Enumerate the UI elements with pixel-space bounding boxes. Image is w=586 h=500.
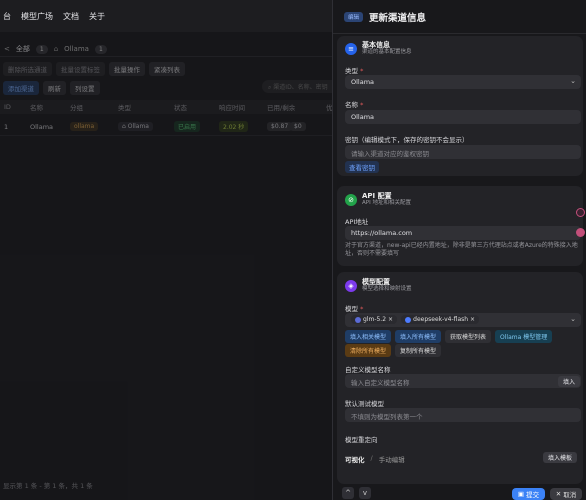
model-redirect-label: 模型重定向 (345, 436, 378, 444)
model-tag-label: deepseek-v4-flash (413, 316, 469, 323)
api-config-header: ⊘ API 配置 API 地址和相关配置 (345, 192, 411, 207)
required-mark: * (360, 101, 364, 109)
submit-label: 提交 (526, 491, 540, 499)
clear-all-models-button[interactable]: 清除所有模型 (345, 344, 392, 357)
required-mark: * (360, 305, 364, 313)
submit-button[interactable]: ▣ 提交 (512, 488, 545, 500)
close-icon[interactable]: × (470, 316, 475, 323)
api-address-input[interactable]: https://ollama.com (345, 226, 581, 240)
save-icon: ▣ (517, 490, 525, 498)
ollama-model-manage-button[interactable]: Ollama 模型管理 (495, 330, 553, 343)
model-tag[interactable]: glm-5.2 × (351, 315, 398, 324)
visual-mode-tab[interactable]: 可视化 (345, 454, 365, 464)
default-test-model-input[interactable]: 不填则为模型列表第一个 (345, 408, 581, 422)
name-label-text: 名称 (345, 101, 358, 109)
name-input[interactable]: Ollama (345, 110, 581, 124)
type-label-text: 类型 (345, 67, 358, 75)
required-mark: * (360, 67, 364, 75)
api-config-subtitle: API 地址和相关配置 (362, 200, 411, 206)
floating-ai-icon[interactable] (576, 208, 585, 217)
basic-info-title: 基本信息 (362, 41, 390, 49)
model-tag-label: glm-5.2 (363, 316, 387, 323)
chevron-down-icon: ⌄ (570, 315, 576, 323)
basic-info-icon: ≡ (345, 42, 357, 55)
model-config-icon: ◈ (345, 279, 357, 292)
edit-badge: 编辑 (344, 11, 364, 22)
custom-model-fill-button[interactable]: 填入 (558, 376, 581, 387)
fill-related-models-button[interactable]: 填入相关模型 (345, 330, 392, 343)
model-actions-row-1: 填入相关模型 填入所有模型 获取模型列表 Ollama 模型管理 (345, 330, 553, 343)
close-icon: ✕ (555, 490, 562, 498)
chevron-down-icon: ⌄ (570, 77, 576, 85)
model-config-subtitle: 模型选择和映射设置 (362, 286, 412, 292)
floating-assistant-icon[interactable] (576, 228, 585, 237)
api-config-card: ⊘ API 配置 API 地址和相关配置 API地址 https://ollam… (337, 186, 583, 266)
type-label: 类型 * (345, 65, 363, 75)
cancel-label: 取消 (563, 491, 577, 499)
models-label-text: 模型 (345, 305, 358, 313)
copy-all-models-button[interactable]: 复制所有模型 (395, 344, 442, 357)
deepseek-logo-icon (405, 316, 412, 323)
mode-separator: / (370, 454, 373, 462)
top-nav: 台 模型广场 文档 关于 (0, 0, 340, 32)
type-select[interactable]: Ollama ⌄ (345, 75, 581, 89)
view-key-button[interactable]: 查看密钥 (345, 161, 379, 173)
model-config-title: 模型配置 (362, 278, 390, 286)
custom-model-label: 自定义模型名称 (345, 366, 391, 374)
fill-all-models-button[interactable]: 填入所有模型 (395, 330, 442, 343)
modal-overlay[interactable] (0, 32, 332, 500)
model-config-header: ◈ 模型配置 模型选择和映射设置 (345, 278, 412, 293)
type-select-value: Ollama (351, 78, 375, 86)
glm-logo-icon (355, 316, 361, 323)
name-label: 名称 * (345, 99, 363, 109)
close-icon[interactable]: × (388, 316, 393, 323)
model-config-card: ◈ 模型配置 模型选择和映射设置 模型 * glm-5.2 × deepseek… (337, 272, 583, 484)
basic-info-card: ≡ 基本信息 渠道的基本配置信息 类型 * Ollama ⌄ 名称 * Olla… (337, 36, 583, 176)
cancel-button[interactable]: ✕ 取消 (550, 488, 582, 500)
default-test-model-label: 默认测试模型 (345, 400, 384, 408)
edit-channel-panel: 编辑 更新渠道信息 ≡ 基本信息 渠道的基本配置信息 类型 * Ollama ⌄… (332, 0, 586, 500)
fetch-models-button[interactable]: 获取模型列表 (445, 330, 492, 343)
nav-item-console[interactable]: 台 (3, 11, 11, 22)
model-tag[interactable]: deepseek-v4-flash × (401, 315, 480, 324)
custom-model-placeholder: 输入自定义模型名称 (351, 379, 410, 387)
scroll-down-button[interactable]: v (359, 487, 371, 499)
manual-edit-tab[interactable]: 手动编辑 (379, 454, 405, 464)
fill-template-button[interactable]: 填入模板 (543, 452, 578, 463)
api-config-title: API 配置 (362, 192, 392, 200)
basic-info-subtitle: 渠道的基本配置信息 (362, 49, 412, 55)
nav-item-model-square[interactable]: 模型广场 (21, 11, 53, 22)
custom-model-input[interactable]: 输入自定义模型名称 (345, 374, 581, 388)
api-address-label: API地址 (345, 218, 369, 226)
key-label: 密钥（编辑模式下，保存的密钥不会显示） (345, 136, 469, 144)
models-select[interactable]: glm-5.2 × deepseek-v4-flash × ⌄ (345, 313, 581, 327)
scroll-up-button[interactable]: ^ (342, 487, 354, 499)
panel-header: 编辑 更新渠道信息 (333, 0, 586, 34)
basic-info-header: ≡ 基本信息 渠道的基本配置信息 (345, 41, 412, 56)
chevron-up-icon: ^ (345, 489, 351, 497)
chevron-down-icon: v (362, 489, 368, 497)
api-config-icon: ⊘ (345, 193, 357, 206)
model-actions-row-2: 清除所有模型 复制所有模型 (345, 344, 442, 357)
models-label: 模型 * (345, 303, 363, 313)
panel-title: 更新渠道信息 (369, 12, 427, 24)
nav-item-about[interactable]: 关于 (89, 11, 105, 22)
nav-item-docs[interactable]: 文档 (63, 11, 79, 22)
redirect-mode-switch: 可视化 / 手动编辑 (345, 454, 405, 464)
api-address-hint: 对于官方渠道，new-api已经内置地址，除非是第三方代理站点或者Azure的特… (345, 242, 578, 257)
key-input[interactable]: 请输入渠道对应的鉴权密钥 (345, 145, 581, 159)
